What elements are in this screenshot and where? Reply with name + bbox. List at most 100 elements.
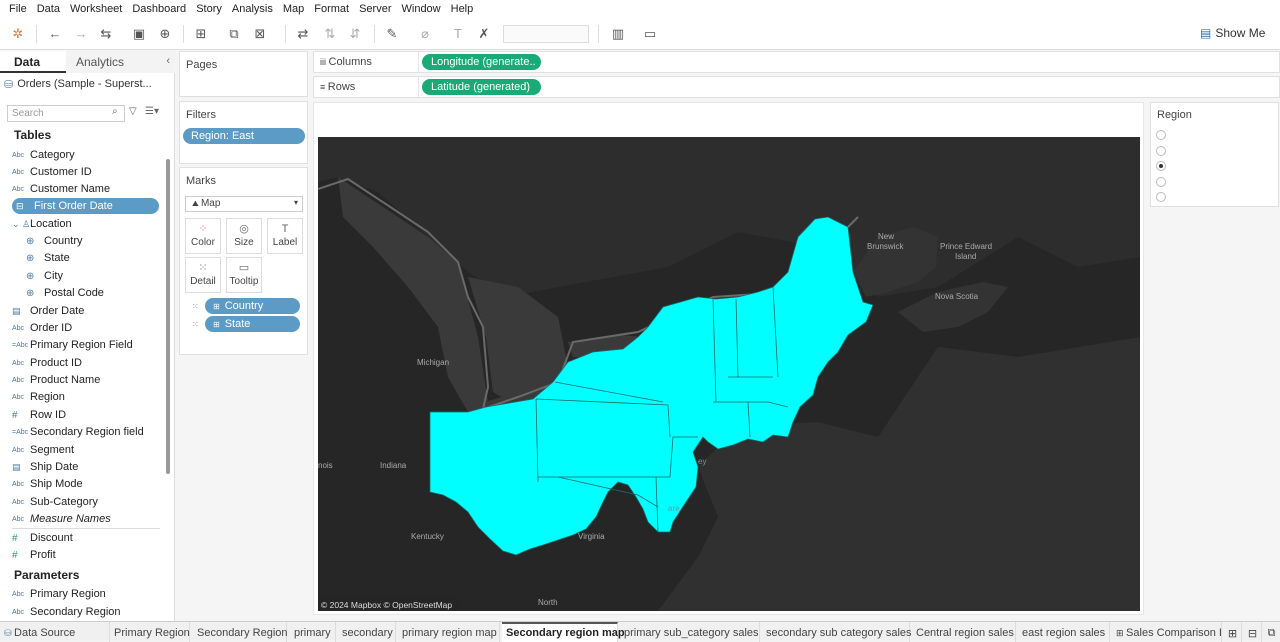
tab-central-region-sales[interactable]: Central region sales <box>912 622 1016 642</box>
region-radio-4[interactable] <box>1156 177 1166 187</box>
presentation-mode-icon[interactable]: ▭ <box>642 26 658 42</box>
field-customer-name[interactable]: Abc Customer Name <box>12 181 110 197</box>
menu-story[interactable]: Story <box>191 3 227 15</box>
field-product-name[interactable]: Abc Product Name <box>12 372 100 388</box>
color-button[interactable]: ⁘ Color <box>185 218 221 254</box>
field-secondary-region[interactable]: =Abc Secondary Region field <box>12 424 144 440</box>
redo-icon[interactable]: → <box>73 26 89 42</box>
tab-primary-region[interactable]: Primary Region <box>110 622 190 642</box>
field-order-id[interactable]: Abc Order ID <box>12 320 72 336</box>
tab-data[interactable]: Data <box>0 51 66 73</box>
field-primary-region-field[interactable]: =Abc Primary Region Field <box>12 337 133 353</box>
field-product-id[interactable]: Abc Product ID <box>12 355 82 371</box>
show-me-button[interactable]: ▤ Show Me <box>1200 26 1265 40</box>
filter-icon[interactable]: ▽ <box>129 106 137 117</box>
collapse-pane-icon[interactable]: ‹ <box>166 55 170 67</box>
menu-server[interactable]: Server <box>354 3 396 15</box>
fit-dropdown[interactable] <box>503 25 589 43</box>
field-category[interactable]: Abc Category <box>12 147 75 163</box>
field-state[interactable]: ⊕ State <box>26 250 70 266</box>
filter-pill-region[interactable]: Region: East <box>183 128 305 144</box>
tab-east-region-sales[interactable]: east region sales <box>1018 622 1110 642</box>
new-worksheet-icon[interactable]: ⊞ <box>1224 622 1242 642</box>
menu-analysis[interactable]: Analysis <box>227 3 278 15</box>
duplicate-sheet-icon[interactable]: ⧉ <box>226 26 242 42</box>
search-input[interactable]: Search <box>7 105 125 122</box>
menu-data[interactable]: Data <box>32 3 65 15</box>
tab-primary-region-map[interactable]: primary region map <box>398 622 500 642</box>
tab-data-source[interactable]: ⛁ Data Source <box>4 622 110 642</box>
label-button[interactable]: T Label <box>267 218 303 254</box>
marks-pill-state[interactable]: ⊞ State <box>205 316 300 332</box>
columns-pill-longitude[interactable]: Longitude (generate.. <box>422 54 541 70</box>
region-radio-2[interactable] <box>1156 146 1166 156</box>
tab-secondary[interactable]: secondary <box>338 622 396 642</box>
field-postal-code[interactable]: ⊕ Postal Code <box>26 285 104 301</box>
group-icon[interactable]: ⌀ <box>417 26 433 42</box>
menu-file[interactable]: File <box>4 3 32 15</box>
field-discount[interactable]: # Discount <box>12 530 73 546</box>
save-icon[interactable]: ▣ <box>131 26 147 42</box>
size-button[interactable]: ◎ Size <box>226 218 262 254</box>
sort-ascending-icon[interactable]: ⇅ <box>322 26 338 42</box>
mark-type-dropdown[interactable]: ⛰ Map ▾ <box>185 196 303 212</box>
field-customer-id[interactable]: Abc Customer ID <box>12 164 92 180</box>
map-view[interactable]: New Brunswick Prince Edward Island Nova Sc… <box>318 137 1140 611</box>
detail-button[interactable]: ⁙ Detail <box>185 257 221 293</box>
field-row-id[interactable]: # Row ID <box>12 407 66 423</box>
parameter-primary-region[interactable]: Abc Primary Region <box>12 586 106 602</box>
field-first-order-date[interactable]: ⊟ First Order Date <box>12 198 159 214</box>
datasource-item[interactable]: ⛁ Orders (Sample - Superst... <box>4 78 152 91</box>
marks-pill-country[interactable]: ⊞ Country <box>205 298 300 314</box>
new-story-icon[interactable]: ⧉ <box>1263 622 1280 642</box>
menu-worksheet[interactable]: Worksheet <box>65 3 127 15</box>
field-ship-mode[interactable]: Abc Ship Mode <box>12 476 83 492</box>
replay-icon[interactable]: ⇆ <box>98 26 114 42</box>
field-order-date[interactable]: ▤ Order Date <box>12 303 84 319</box>
fix-axes-icon[interactable]: ✗ <box>476 26 492 42</box>
field-location[interactable]: ⌄ ♙ Location <box>12 216 72 232</box>
view-options-icon[interactable]: ☰▾ <box>145 106 159 117</box>
tab-secondary-region-map[interactable]: Secondary region map <box>502 622 625 642</box>
rows-pill-latitude[interactable]: Latitude (generated) <box>422 79 541 95</box>
field-measure-names[interactable]: Abc Measure Names <box>12 511 111 527</box>
region-radio-5[interactable] <box>1156 192 1166 202</box>
add-datasource-icon[interactable]: ⊕ <box>157 26 173 42</box>
map-attribution[interactable]: © 2024 Mapbox © OpenStreetMap <box>321 600 452 610</box>
rows-shelf[interactable]: ≡ Rows Latitude (generated) <box>313 76 1280 98</box>
field-sub-category[interactable]: Abc Sub-Category <box>12 494 98 510</box>
tab-primary[interactable]: primary <box>290 622 336 642</box>
tab-primary-sub-category-sales[interactable]: primary sub_category sales <box>620 622 760 642</box>
menu-dashboard[interactable]: Dashboard <box>127 3 191 15</box>
undo-icon[interactable]: ← <box>47 26 63 42</box>
tooltip-button[interactable]: ▭ Tooltip <box>226 257 262 293</box>
field-profit[interactable]: # Profit <box>12 547 56 563</box>
pages-card[interactable]: Pages <box>179 51 308 97</box>
field-ship-date[interactable]: ▤ Ship Date <box>12 459 78 475</box>
show-labels-icon[interactable]: T <box>450 26 466 42</box>
tableau-logo-icon[interactable]: ✲ <box>10 26 26 42</box>
swap-rows-columns-icon[interactable]: ⇄ <box>295 26 311 42</box>
parameter-secondary-region[interactable]: Abc Secondary Region <box>12 604 121 620</box>
tab-secondary-sub-category-sales[interactable]: secondary sub category sales <box>762 622 912 642</box>
menu-window[interactable]: Window <box>397 3 446 15</box>
tab-analytics[interactable]: Analytics <box>66 51 175 73</box>
menu-format[interactable]: Format <box>309 3 354 15</box>
columns-shelf[interactable]: iii Columns Longitude (generate.. <box>313 51 1280 73</box>
region-radio-1[interactable] <box>1156 130 1166 140</box>
region-radio-3[interactable] <box>1156 161 1166 171</box>
menu-map[interactable]: Map <box>278 3 309 15</box>
field-country[interactable]: ⊕ Country <box>26 233 83 249</box>
data-pane-scrollbar[interactable] <box>166 159 170 474</box>
clear-sheet-icon[interactable]: ⊠ <box>252 26 268 42</box>
menu-help[interactable]: Help <box>446 3 479 15</box>
show-cards-icon[interactable]: ▥ <box>610 26 626 42</box>
highlight-icon[interactable]: ✎ <box>384 26 400 42</box>
sort-descending-icon[interactable]: ⇵ <box>347 26 363 42</box>
field-segment[interactable]: Abc Segment <box>12 442 74 458</box>
field-city[interactable]: ⊕ City <box>26 268 63 284</box>
field-region[interactable]: Abc Region <box>12 389 65 405</box>
new-worksheet-icon[interactable]: ⊞ <box>193 26 209 42</box>
tab-sales-comparison[interactable]: ⊞ Sales Comparison By <box>1112 622 1222 642</box>
tab-secondary-region[interactable]: Secondary Region <box>193 622 288 642</box>
